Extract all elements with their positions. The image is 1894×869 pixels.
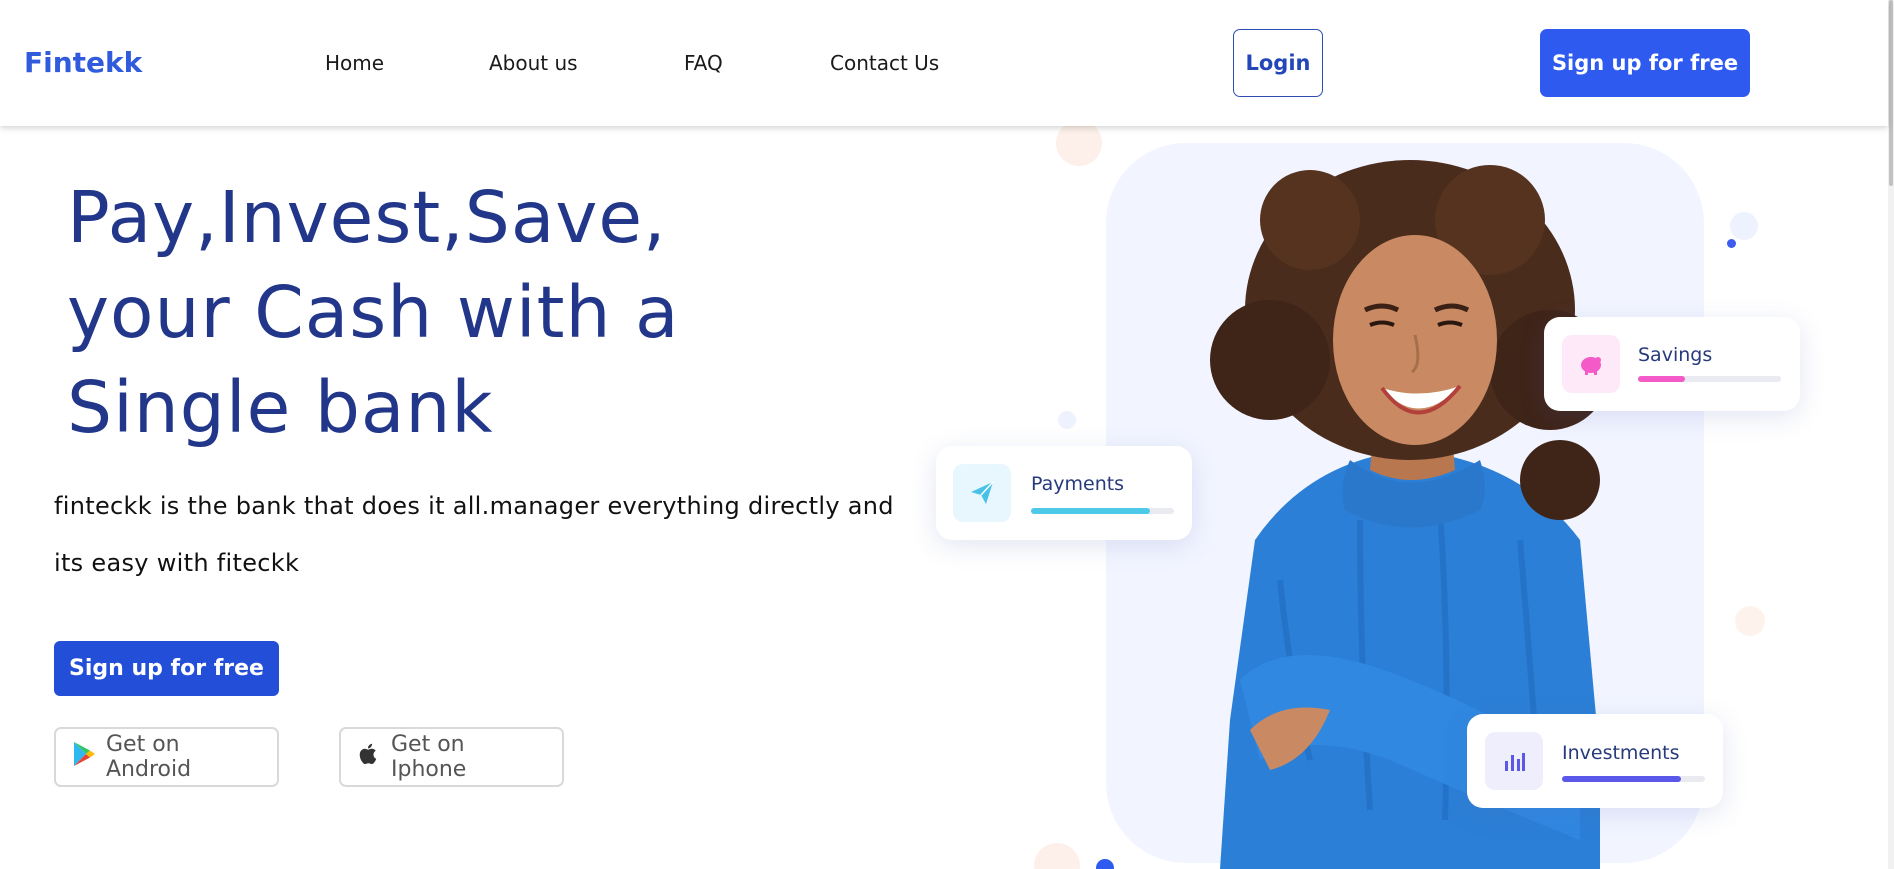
hero-description-line: its easy with fiteckk	[54, 549, 300, 577]
investments-label: Investments	[1562, 742, 1680, 764]
header-signup-button[interactable]: Sign up for free	[1540, 29, 1750, 97]
google-play-icon	[72, 741, 96, 773]
decor-circle	[1034, 843, 1080, 869]
payments-label: Payments	[1031, 473, 1125, 495]
savings-progress-fill	[1638, 376, 1686, 382]
paper-plane-icon	[953, 464, 1011, 522]
savings-label: Savings	[1638, 344, 1713, 366]
get-on-iphone-label: Get on Iphone	[391, 732, 467, 782]
decor-dot	[1727, 239, 1736, 248]
payments-progress-fill	[1031, 508, 1150, 514]
decor-circle	[1058, 411, 1076, 429]
top-navbar: Fintekk Home About us FAQ Contact Us Log…	[0, 0, 1888, 126]
bar-chart-icon	[1485, 732, 1543, 790]
hero-description-line: finteckk is the bank that does it all.ma…	[54, 492, 894, 520]
nav-link-home[interactable]: Home	[325, 51, 384, 75]
investments-progress-track	[1562, 776, 1705, 782]
get-on-android-button[interactable]: Get on Android	[54, 727, 279, 787]
decor-circle	[1735, 606, 1765, 636]
payments-progress-track	[1031, 508, 1174, 514]
nav-link-about-us[interactable]: About us	[489, 51, 578, 75]
decor-circle	[1730, 212, 1758, 240]
hero-title-line: Single bank	[67, 366, 494, 449]
hero-signup-button[interactable]: Sign up for free	[54, 641, 279, 696]
decor-dot	[1096, 859, 1114, 869]
login-button[interactable]: Login	[1233, 29, 1323, 97]
nav-link-contact-us[interactable]: Contact Us	[830, 51, 939, 75]
get-on-iphone-button[interactable]: Get on Iphone	[339, 727, 564, 787]
apple-icon	[357, 741, 381, 773]
nav-link-faq[interactable]: FAQ	[684, 51, 723, 75]
savings-progress-track	[1638, 376, 1781, 382]
piggy-bank-icon	[1562, 335, 1620, 393]
scrollbar-thumb[interactable]	[1889, 0, 1893, 186]
decor-circle	[1056, 120, 1102, 166]
hero-title-line: Pay,Invest,Save,	[67, 176, 667, 259]
investments-progress-fill	[1562, 776, 1681, 782]
hero-description: finteckk is the bank that does it all.ma…	[54, 478, 914, 592]
payments-card: Payments	[936, 446, 1192, 540]
hero-title-line: your Cash with a	[67, 271, 680, 354]
savings-card: Savings	[1544, 317, 1800, 411]
investments-card: Investments	[1467, 714, 1723, 808]
get-on-android-label: Get on Android	[106, 732, 192, 782]
hero-title: Pay,Invest,Save, your Cash with a Single…	[67, 170, 827, 455]
brand-logo[interactable]: Fintekk	[24, 46, 142, 79]
